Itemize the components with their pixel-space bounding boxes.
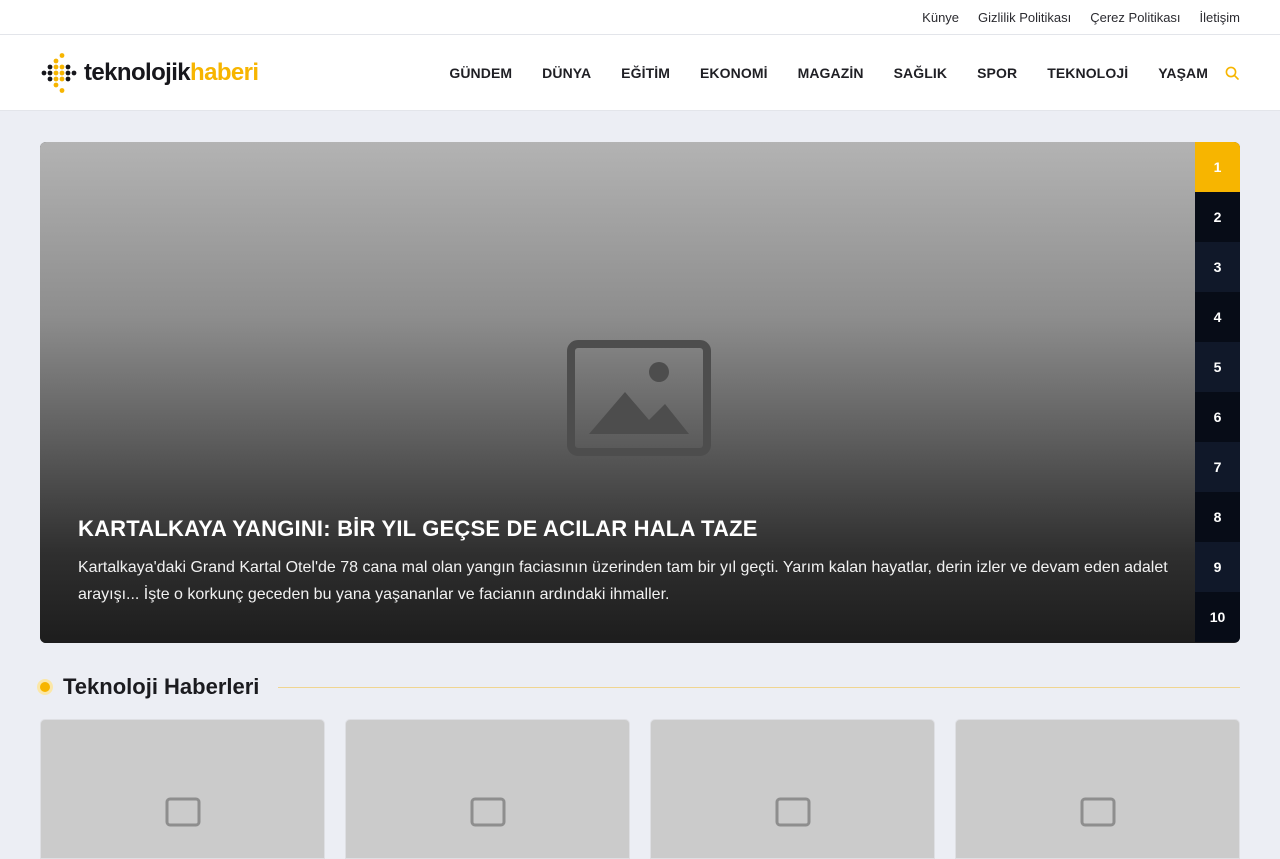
- link-kunye[interactable]: Künye: [922, 10, 959, 25]
- headline-slider: KARTALKAYA YANGINI: BİR YIL GEÇSE DE ACI…: [40, 142, 1240, 643]
- site-header: teknolojikhaberi GÜNDEM DÜNYA EĞİTİM EKO…: [0, 35, 1280, 111]
- image-placeholder-icon: [165, 797, 201, 827]
- slider-page-9[interactable]: 9: [1195, 542, 1240, 592]
- slider-pagination: 1 2 3 4 5 6 7 8 9 10: [1195, 142, 1240, 643]
- top-utility-bar: Künye Gizlilik Politikası Çerez Politika…: [0, 0, 1280, 35]
- link-cookie-policy[interactable]: Çerez Politikası: [1090, 10, 1180, 25]
- nav-item-dunya[interactable]: DÜNYA: [542, 65, 591, 81]
- slider-page-8[interactable]: 8: [1195, 492, 1240, 542]
- nav-item-magazin[interactable]: MAGAZİN: [798, 65, 864, 81]
- headline-text: KARTALKAYA YANGINI: BİR YIL GEÇSE DE ACI…: [78, 516, 1183, 608]
- news-card-grid: [40, 719, 1240, 859]
- nav-item-teknoloji[interactable]: TEKNOLOJİ: [1047, 65, 1128, 81]
- headline-description: Kartalkaya'daki Grand Kartal Otel'de 78 …: [78, 559, 1168, 603]
- image-placeholder-icon: [775, 797, 811, 827]
- nav-item-egitim[interactable]: EĞİTİM: [621, 65, 670, 81]
- news-card[interactable]: [650, 719, 935, 859]
- logo-text-part1: teknolojik: [84, 58, 191, 86]
- search-button[interactable]: [1224, 65, 1240, 81]
- nav-item-saglik[interactable]: SAĞLIK: [894, 65, 948, 81]
- link-contact[interactable]: İletişim: [1200, 10, 1240, 25]
- news-card[interactable]: [345, 719, 630, 859]
- section-title: Teknoloji Haberleri: [63, 674, 260, 699]
- image-placeholder-icon: [1080, 797, 1116, 827]
- nav-item-gundem[interactable]: GÜNDEM: [449, 65, 512, 81]
- section-bullet-icon: [40, 682, 50, 692]
- headline-slide[interactable]: KARTALKAYA YANGINI: BİR YIL GEÇSE DE ACI…: [40, 142, 1195, 643]
- slider-page-1[interactable]: 1: [1195, 142, 1240, 192]
- link-privacy-policy[interactable]: Gizlilik Politikası: [978, 10, 1071, 25]
- top-links: Künye Gizlilik Politikası Çerez Politika…: [40, 0, 1240, 34]
- logo-text-part2: haberi: [190, 58, 259, 86]
- section-divider: [278, 686, 1240, 688]
- logo-dots-icon: [41, 52, 77, 93]
- slider-page-6[interactable]: 6: [1195, 392, 1240, 442]
- slider-page-2[interactable]: 2: [1195, 192, 1240, 242]
- nav-item-spor[interactable]: SPOR: [977, 65, 1017, 81]
- slider-page-10[interactable]: 10: [1195, 592, 1240, 642]
- news-card[interactable]: [955, 719, 1240, 859]
- section-header-technology: Teknoloji Haberleri: [40, 673, 1240, 701]
- slider-page-7[interactable]: 7: [1195, 442, 1240, 492]
- nav-item-yasam[interactable]: YAŞAM: [1158, 65, 1208, 81]
- slider-page-3[interactable]: 3: [1195, 242, 1240, 292]
- headline-title: KARTALKAYA YANGINI: BİR YIL GEÇSE DE ACI…: [78, 516, 758, 541]
- logo-wordmark: teknolojikhaberi: [84, 58, 259, 87]
- site-logo[interactable]: teknolojikhaberi: [40, 52, 259, 93]
- slider-page-5[interactable]: 5: [1195, 342, 1240, 392]
- search-icon: [1225, 66, 1239, 80]
- main-nav: GÜNDEM DÜNYA EĞİTİM EKONOMİ MAGAZİN SAĞL…: [449, 65, 1240, 81]
- nav-item-ekonomi[interactable]: EKONOMİ: [700, 65, 768, 81]
- slider-page-4[interactable]: 4: [1195, 292, 1240, 342]
- image-placeholder-icon: [567, 340, 711, 456]
- news-card[interactable]: [40, 719, 325, 859]
- image-placeholder-icon: [470, 797, 506, 827]
